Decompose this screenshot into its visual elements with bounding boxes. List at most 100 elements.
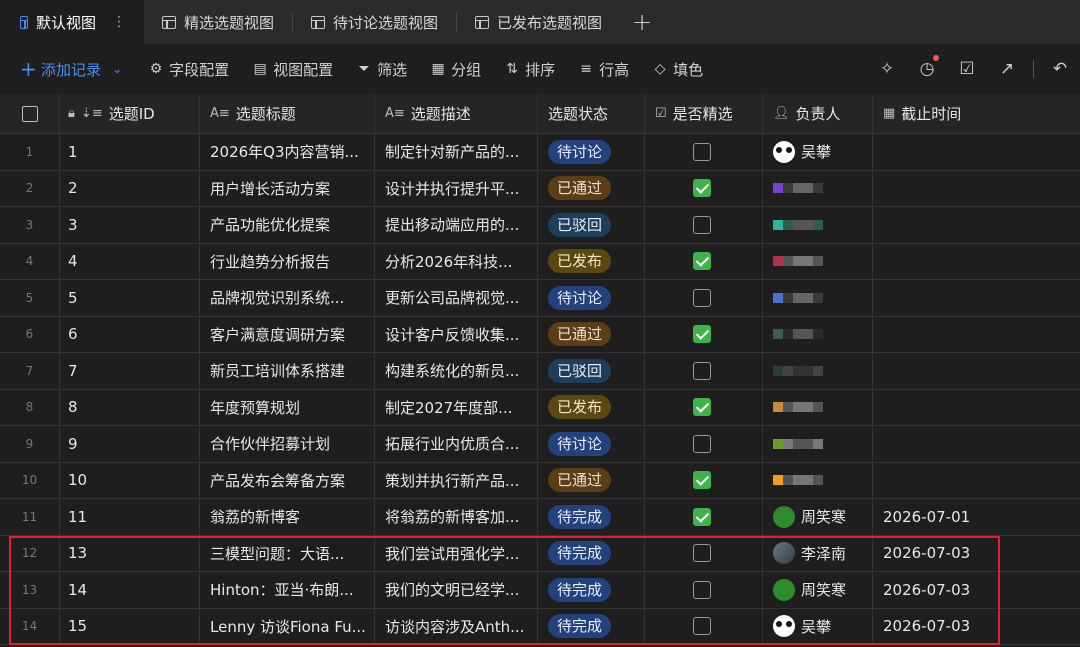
title-cell[interactable]: 行业趋势分析报告 bbox=[200, 243, 375, 279]
title-cell[interactable]: 合作伙伴招募计划 bbox=[200, 426, 375, 462]
featured-checkbox[interactable] bbox=[693, 471, 711, 490]
featured-cell[interactable] bbox=[645, 535, 763, 571]
owner-cell[interactable] bbox=[763, 426, 873, 462]
deadline-cell[interactable]: 2026-07-03 bbox=[873, 609, 1080, 645]
deadline-cell[interactable] bbox=[873, 171, 1080, 207]
table-row[interactable]: 3 3 产品功能优化提案 提出移动端应用的... 已驳回 bbox=[0, 207, 1080, 244]
title-cell[interactable]: 产品功能优化提案 bbox=[200, 207, 375, 243]
field-config-button[interactable]: ⚙ 字段配置 bbox=[148, 59, 229, 80]
column-header-desc[interactable]: A≡ 选题描述 bbox=[375, 94, 538, 133]
featured-checkbox[interactable] bbox=[693, 215, 711, 234]
owner-cell[interactable]: 吴攀 bbox=[763, 608, 873, 644]
title-cell[interactable]: Hinton：亚当·布朗... bbox=[200, 572, 375, 608]
filter-button[interactable]: ⏷ 筛选 bbox=[356, 59, 408, 80]
featured-cell[interactable] bbox=[645, 608, 763, 644]
desc-cell[interactable]: 我们尝试用强化学... bbox=[375, 535, 538, 571]
featured-cell[interactable] bbox=[645, 353, 763, 389]
desc-cell[interactable]: 构建系统化的新员... bbox=[375, 353, 538, 389]
owner-cell[interactable] bbox=[763, 389, 873, 425]
deadline-cell[interactable] bbox=[873, 280, 1080, 316]
select-all-checkbox[interactable] bbox=[21, 105, 38, 122]
featured-cell[interactable] bbox=[645, 572, 763, 608]
featured-cell[interactable] bbox=[645, 170, 763, 206]
featured-checkbox[interactable] bbox=[693, 288, 711, 307]
table-row[interactable]: 1 1 2026年Q3内容营销... 制定针对新产品的... 待讨论 吴攀 bbox=[0, 134, 1080, 171]
table-row[interactable]: 10 10 产品发布会筹备方案 策划并执行新产品... 已通过 bbox=[0, 462, 1080, 499]
featured-cell[interactable] bbox=[645, 280, 763, 316]
history-icon[interactable]: ◷ bbox=[907, 55, 947, 79]
table-row[interactable]: 12 13 三模型问题：大语... 我们尝试用强化学... 待完成 李泽南 2026-07-… bbox=[0, 535, 1080, 572]
id-cell[interactable]: 3 bbox=[60, 207, 200, 243]
table-row[interactable]: 11 11 翁荔的新博客 将翁荔的新博客加... 待完成 周笑寒 2026-07-01 bbox=[0, 499, 1080, 536]
column-header-title[interactable]: A≡ 选题标题 bbox=[200, 94, 375, 133]
view-config-button[interactable]: ▤ 视图配置 bbox=[252, 59, 333, 80]
select-all-cell[interactable] bbox=[0, 94, 60, 133]
desc-cell[interactable]: 提出移动端应用的... bbox=[375, 207, 538, 243]
featured-checkbox[interactable] bbox=[693, 179, 711, 198]
add-view-button[interactable]: + bbox=[620, 0, 664, 44]
deadline-cell[interactable] bbox=[873, 317, 1080, 353]
id-cell[interactable]: 2 bbox=[60, 170, 200, 206]
status-cell[interactable]: 已驳回 bbox=[538, 207, 645, 243]
featured-checkbox[interactable] bbox=[693, 617, 711, 636]
owner-cell[interactable]: 吴攀 bbox=[763, 134, 873, 170]
column-header-status[interactable]: 选题状态 bbox=[538, 94, 645, 133]
title-cell[interactable]: 用户增长活动方案 bbox=[200, 170, 375, 206]
desc-cell[interactable]: 设计客户反馈收集... bbox=[375, 316, 538, 352]
featured-checkbox[interactable] bbox=[693, 325, 711, 344]
sort-button[interactable]: ⇅ 排序 bbox=[504, 59, 555, 80]
owner-cell[interactable] bbox=[763, 353, 873, 389]
status-cell[interactable]: 已发布 bbox=[538, 389, 645, 425]
desc-cell[interactable]: 制定针对新产品的... bbox=[375, 134, 538, 170]
deadline-cell[interactable]: 2026-07-01 bbox=[873, 499, 1080, 535]
featured-cell[interactable] bbox=[645, 426, 763, 462]
featured-cell[interactable] bbox=[645, 316, 763, 352]
featured-checkbox[interactable] bbox=[693, 544, 711, 563]
status-cell[interactable]: 已驳回 bbox=[538, 353, 645, 389]
undo-icon[interactable]: ↶ bbox=[1040, 59, 1080, 79]
featured-checkbox[interactable] bbox=[693, 580, 711, 599]
deadline-cell[interactable]: 2026-07-03 bbox=[873, 536, 1080, 572]
desc-cell[interactable]: 更新公司品牌视觉... bbox=[375, 280, 538, 316]
form-check-icon[interactable]: ☑ bbox=[947, 59, 987, 79]
view-tab[interactable]: 待讨论选题视图 bbox=[293, 0, 456, 44]
title-cell[interactable]: 三模型问题：大语... bbox=[200, 535, 375, 571]
desc-cell[interactable]: 策划并执行新产品... bbox=[375, 462, 538, 498]
share-icon[interactable]: ↗ bbox=[987, 59, 1027, 79]
desc-cell[interactable]: 我们的文明已经学... bbox=[375, 572, 538, 608]
featured-checkbox[interactable] bbox=[693, 361, 711, 380]
title-cell[interactable]: 产品发布会筹备方案 bbox=[200, 462, 375, 498]
column-header-deadline[interactable]: ▦ 截止时间 bbox=[873, 94, 1080, 133]
id-cell[interactable]: 13 bbox=[60, 535, 200, 571]
desc-cell[interactable]: 设计并执行提升平... bbox=[375, 170, 538, 206]
id-cell[interactable]: 6 bbox=[60, 316, 200, 352]
table-row[interactable]: 4 4 行业趋势分析报告 分析2026年科技... 已发布 bbox=[0, 243, 1080, 280]
desc-cell[interactable]: 分析2026年科技... bbox=[375, 243, 538, 279]
owner-cell[interactable]: 周笑寒 bbox=[763, 572, 873, 608]
owner-cell[interactable]: 周笑寒 bbox=[763, 499, 873, 535]
title-cell[interactable]: 品牌视觉识别系统... bbox=[200, 280, 375, 316]
id-cell[interactable]: 9 bbox=[60, 426, 200, 462]
deadline-cell[interactable]: 2026-07-03 bbox=[873, 572, 1080, 608]
owner-cell[interactable] bbox=[763, 170, 873, 206]
column-header-featured[interactable]: ☑ 是否精选 bbox=[645, 94, 763, 133]
deadline-cell[interactable] bbox=[873, 463, 1080, 499]
status-cell[interactable]: 待完成 bbox=[538, 572, 645, 608]
chevron-down-icon[interactable]: ⌄ bbox=[112, 62, 122, 76]
column-header-owner[interactable]: 👤︎ 负责人 bbox=[763, 94, 873, 133]
table-row[interactable]: 5 5 品牌视觉识别系统... 更新公司品牌视觉... 待讨论 bbox=[0, 280, 1080, 317]
featured-cell[interactable] bbox=[645, 207, 763, 243]
view-tab[interactable]: 已发布选题视图 bbox=[457, 0, 620, 44]
column-header-id[interactable]: 🔒︎ ⇣≡ 选题ID bbox=[60, 94, 200, 133]
id-cell[interactable]: 1 bbox=[60, 134, 200, 170]
id-cell[interactable]: 8 bbox=[60, 389, 200, 425]
desc-cell[interactable]: 访谈内容涉及Anth... bbox=[375, 608, 538, 644]
status-cell[interactable]: 待讨论 bbox=[538, 280, 645, 316]
id-cell[interactable]: 10 bbox=[60, 462, 200, 498]
owner-cell[interactable] bbox=[763, 462, 873, 498]
status-cell[interactable]: 待讨论 bbox=[538, 426, 645, 462]
desc-cell[interactable]: 拓展行业内优质合... bbox=[375, 426, 538, 462]
featured-checkbox[interactable] bbox=[693, 398, 711, 417]
title-cell[interactable]: 年度预算规划 bbox=[200, 389, 375, 425]
table-row[interactable]: 6 6 客户满意度调研方案 设计客户反馈收集... 已通过 bbox=[0, 316, 1080, 353]
